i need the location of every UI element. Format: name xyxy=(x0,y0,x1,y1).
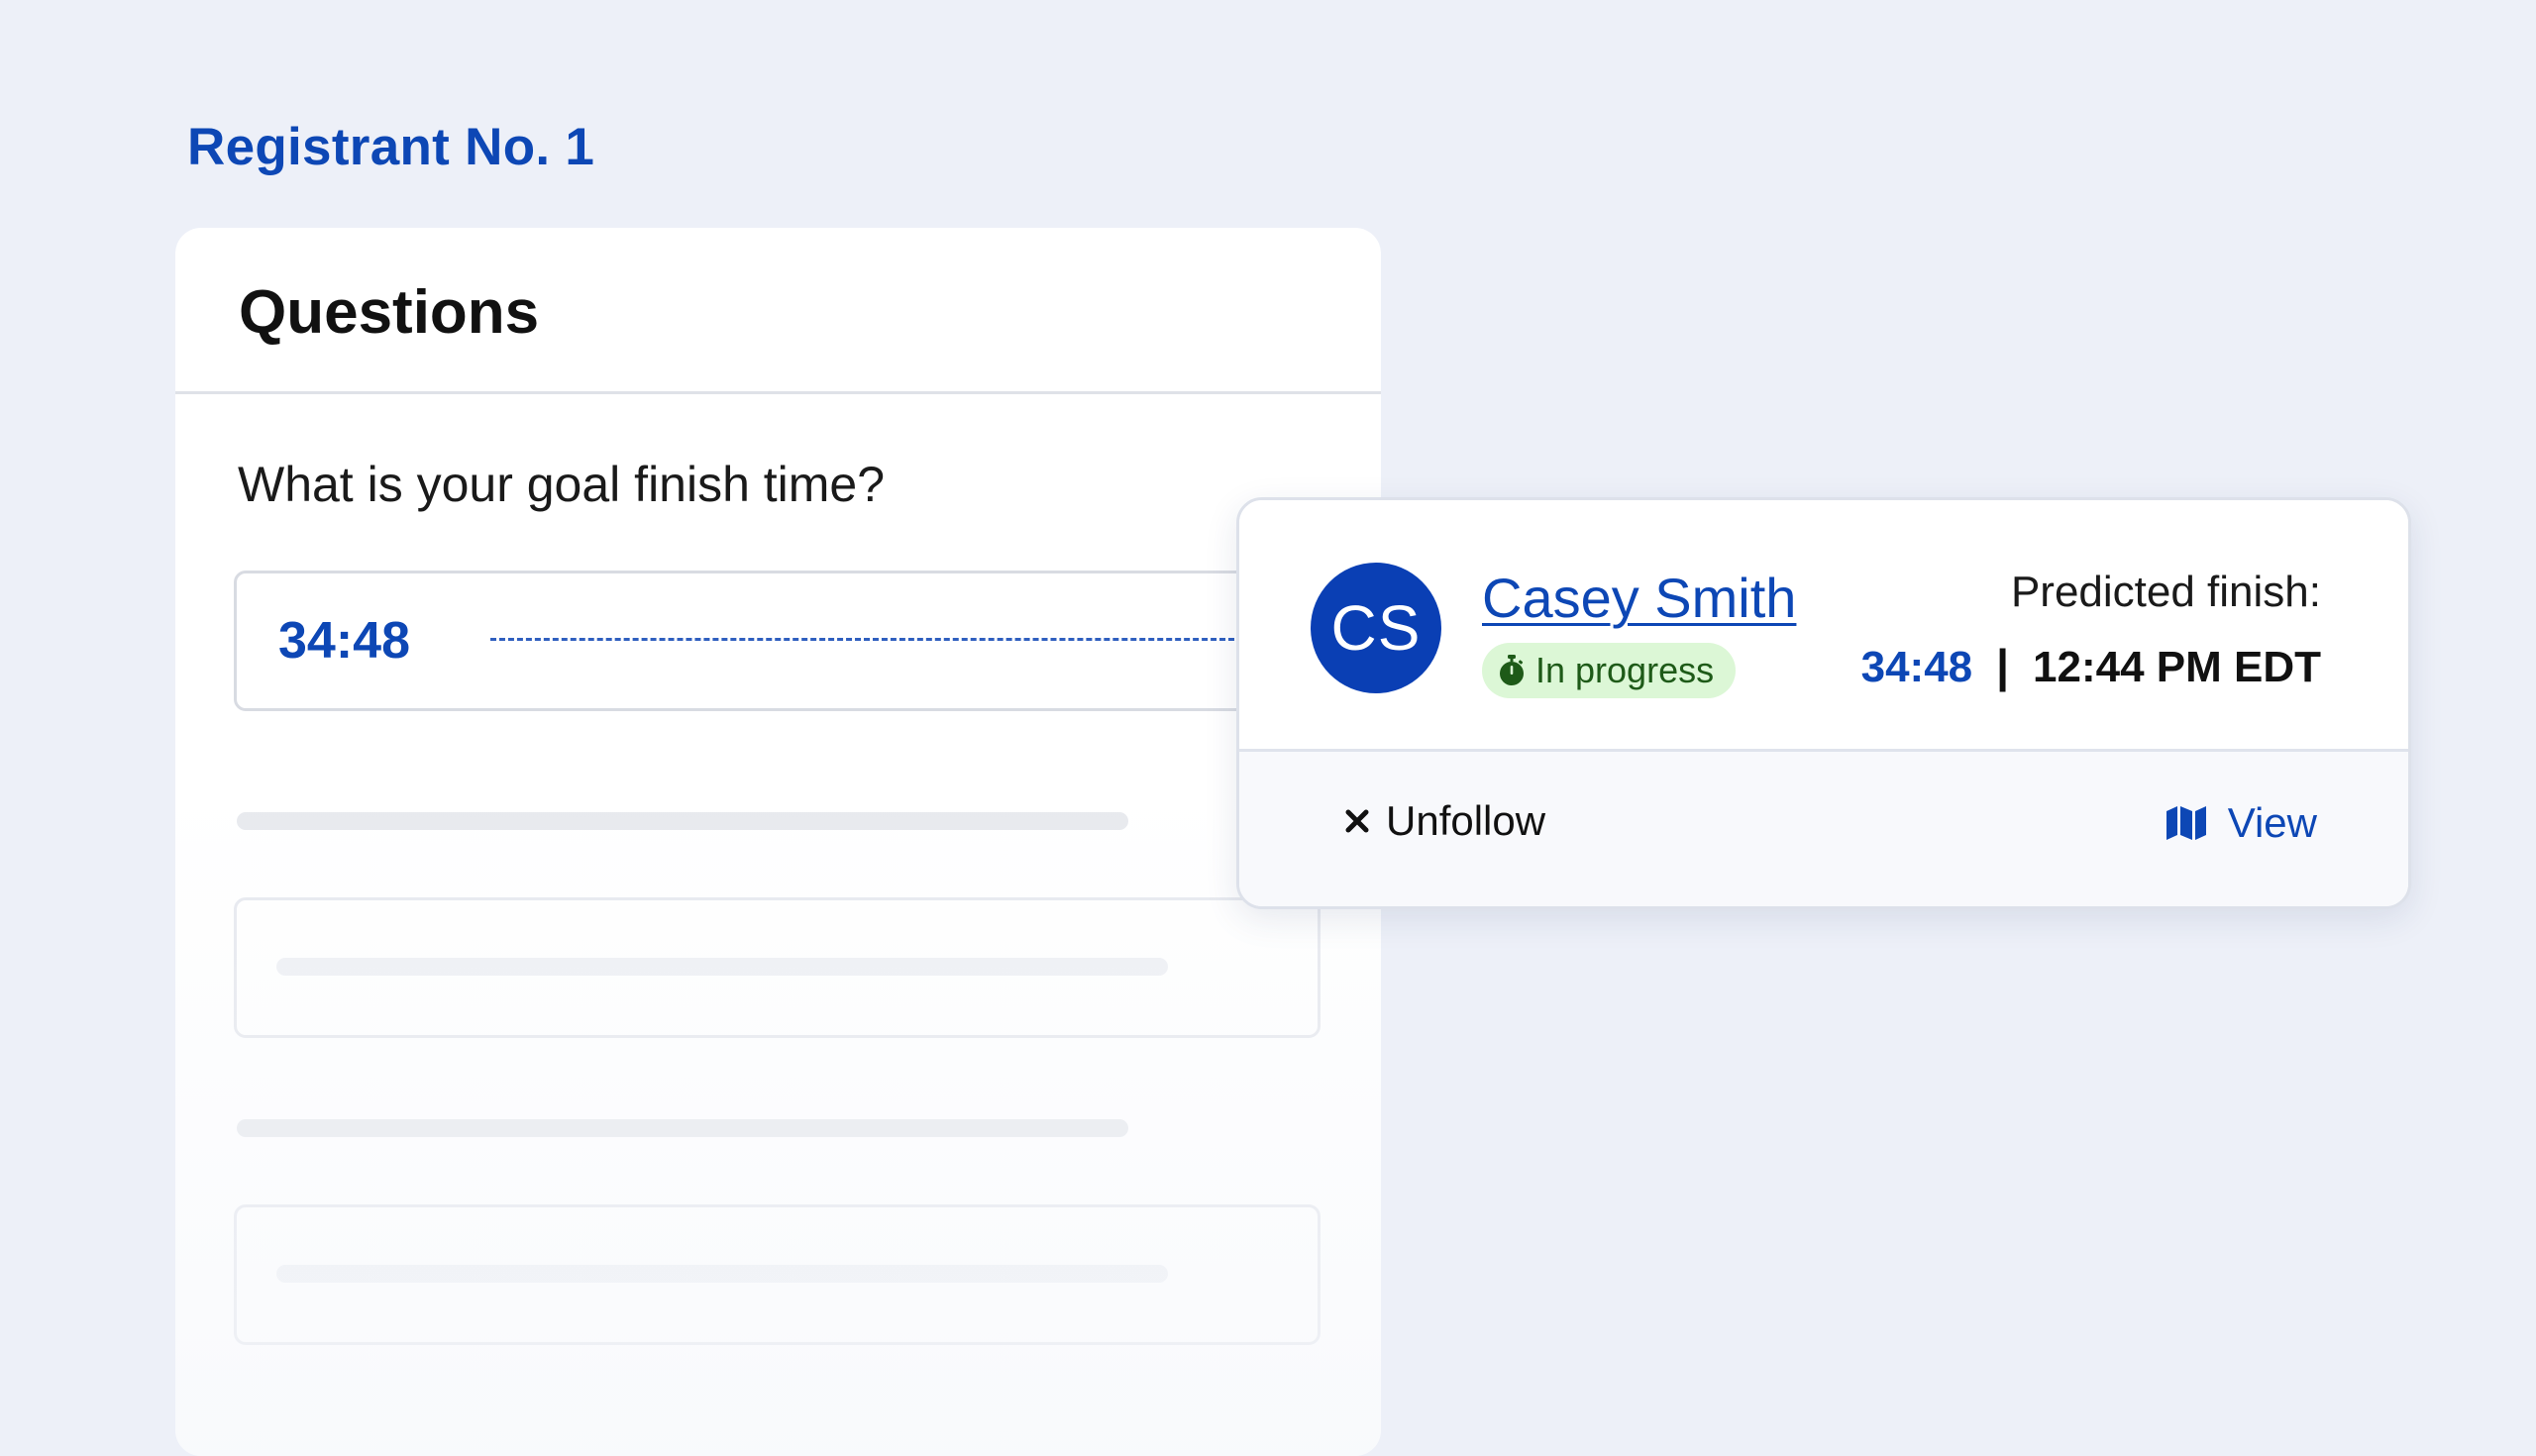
predicted-finish-label: Predicted finish: xyxy=(2010,568,2321,616)
view-button[interactable]: View xyxy=(2166,799,2317,847)
predicted-finish-row: 34:48 | 12:44 PM EDT xyxy=(1861,639,2321,692)
runner-card-actions: Unfollow View xyxy=(1239,752,2408,906)
placeholder-field xyxy=(234,1204,1321,1345)
status-badge: In progress xyxy=(1482,643,1737,698)
placeholder-field xyxy=(234,897,1321,1038)
runner-card-header: CS Casey Smith In progress Predicted fin… xyxy=(1239,500,2408,752)
runner-name-link[interactable]: Casey Smith xyxy=(1482,566,1796,630)
section-title: Registrant No. 1 xyxy=(187,118,595,176)
unfollow-label: Unfollow xyxy=(1386,797,1546,844)
predicted-separator: | xyxy=(1996,640,2010,691)
close-icon xyxy=(1345,809,1369,833)
view-label: View xyxy=(2227,799,2317,846)
placeholder-label-bar xyxy=(237,812,1128,830)
map-icon xyxy=(2166,806,2206,840)
placeholder-field-bar xyxy=(276,958,1168,976)
question-label: What is your goal finish time? xyxy=(238,457,886,512)
questions-title: Questions xyxy=(239,278,540,347)
predicted-clock-time: 12:44 PM EDT xyxy=(2033,643,2321,691)
questions-panel: Questions What is your goal finish time?… xyxy=(175,228,1381,1456)
placeholder-field-bar xyxy=(276,1265,1168,1283)
finish-time-value: 34:48 xyxy=(278,612,410,670)
stopwatch-icon xyxy=(1500,655,1524,685)
unfollow-button[interactable]: Unfollow xyxy=(1344,797,1545,845)
avatar: CS xyxy=(1311,563,1441,693)
runner-card: CS Casey Smith In progress Predicted fin… xyxy=(1236,497,2411,909)
status-text: In progress xyxy=(1535,650,1715,690)
finish-time-field[interactable]: 34:48 xyxy=(234,571,1378,711)
predicted-finish-time: 34:48 xyxy=(1860,643,1973,691)
connector-dashed-line xyxy=(490,638,1243,641)
placeholder-label-bar xyxy=(237,1119,1128,1137)
questions-header: Questions xyxy=(175,228,1381,394)
